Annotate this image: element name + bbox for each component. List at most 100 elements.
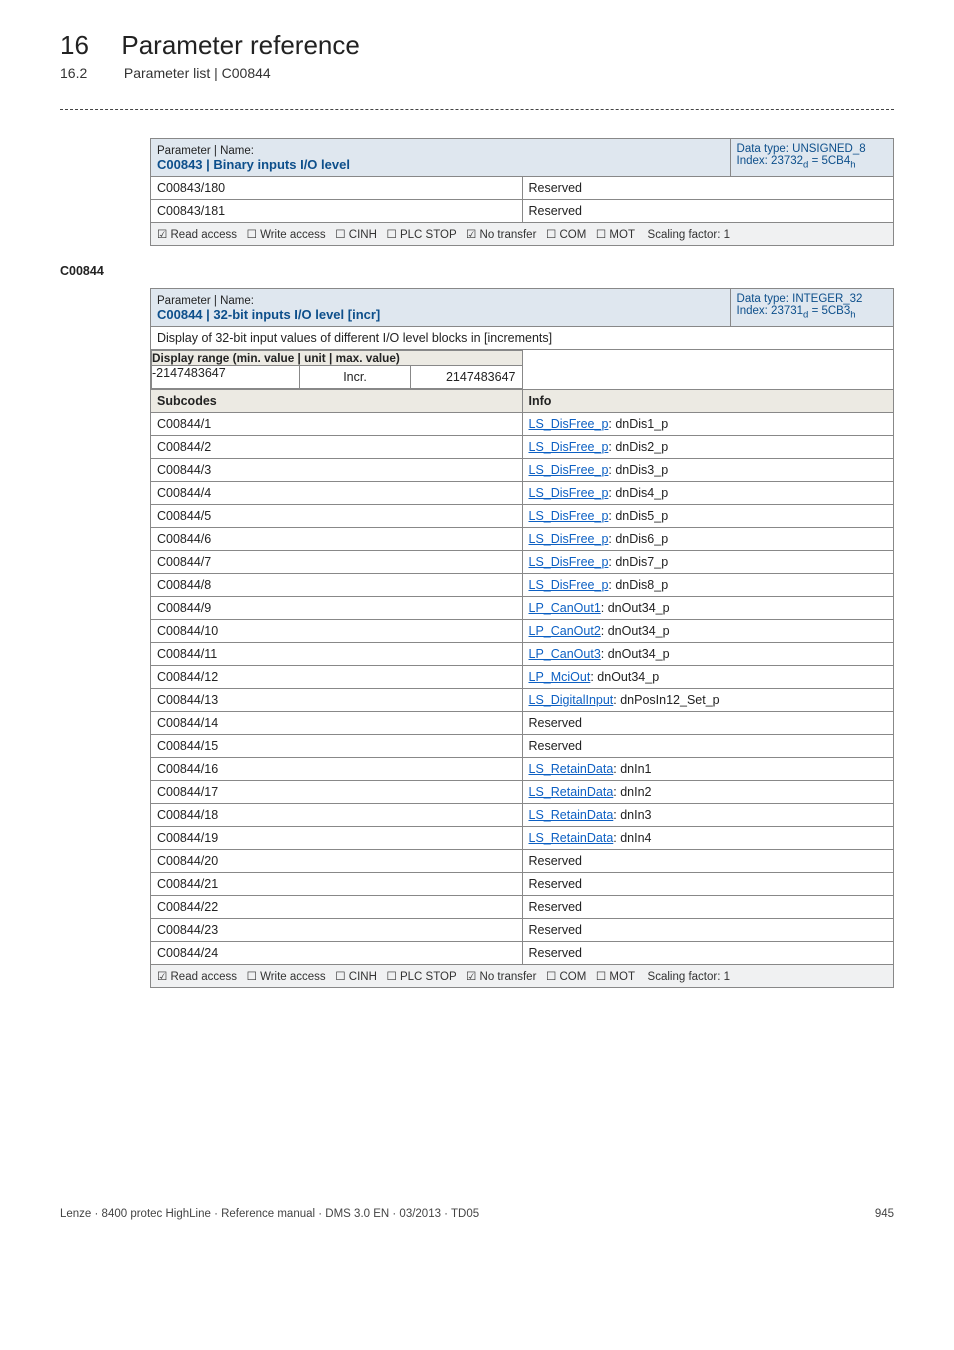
- info-cell: Reserved: [522, 735, 894, 758]
- subcode-cell: C00844/7: [151, 551, 523, 574]
- info-link[interactable]: LS_DisFree_p: [529, 532, 609, 546]
- info-link[interactable]: LS_DisFree_p: [529, 578, 609, 592]
- param-flags: ☑ Read access ☐ Write access ☐ CINH ☐ PL…: [151, 965, 894, 988]
- display-range-label: Display range (min. value | unit | max. …: [152, 351, 400, 365]
- subcode-cell: C00844/3: [151, 459, 523, 482]
- footer-left: Lenze · 8400 protec HighLine · Reference…: [60, 1208, 479, 1220]
- info-link[interactable]: LS_DisFree_p: [529, 440, 609, 454]
- info-suffix: : dnIn4: [613, 831, 651, 845]
- subcode-cell: C00844/15: [151, 735, 523, 758]
- info-link[interactable]: LP_MciOut: [529, 670, 591, 684]
- param-datatype: Data type: INTEGER_32: [737, 293, 863, 305]
- param-header-name: C00843 | Binary inputs I/O level: [157, 157, 350, 172]
- info-cell: LS_DigitalInput: dnPosIn12_Set_p: [522, 689, 894, 712]
- info-link[interactable]: LP_CanOut2: [529, 624, 601, 638]
- subcode-cell: C00844/18: [151, 804, 523, 827]
- info-suffix: : dnOut34_p: [590, 670, 659, 684]
- param-table-c00844: Parameter | Name: C00844 | 32-bit inputs…: [150, 288, 894, 988]
- subcode-cell: C00844/24: [151, 942, 523, 965]
- info-cell: LP_CanOut2: dnOut34_p: [522, 620, 894, 643]
- subcode-cell: C00844/13: [151, 689, 523, 712]
- range-unit: Incr.: [300, 366, 411, 389]
- chapter-number: 16: [60, 30, 89, 61]
- subcodes-header: Subcodes: [151, 390, 523, 413]
- info-link[interactable]: LS_DisFree_p: [529, 555, 609, 569]
- info-link[interactable]: LS_RetainData: [529, 808, 614, 822]
- param-index: Index: 23731d = 5CB3h: [737, 305, 856, 317]
- info-cell: Reserved: [522, 873, 894, 896]
- info-suffix: : dnIn3: [613, 808, 651, 822]
- info-link[interactable]: LP_CanOut1: [529, 601, 601, 615]
- param-flags: ☑ Read access ☐ Write access ☐ CINH ☐ PL…: [151, 223, 894, 246]
- info-cell: LS_DisFree_p: dnDis6_p: [522, 528, 894, 551]
- info-suffix: : dnOut34_p: [601, 624, 670, 638]
- param-header-label: Parameter | Name:: [157, 295, 254, 307]
- subcode-cell: C00844/23: [151, 919, 523, 942]
- subcode-cell: C00844/12: [151, 666, 523, 689]
- info-suffix: : dnIn1: [613, 762, 651, 776]
- info-cell: LS_RetainData: dnIn3: [522, 804, 894, 827]
- info-link[interactable]: LS_RetainData: [529, 831, 614, 845]
- info-cell: LS_DisFree_p: dnDis4_p: [522, 482, 894, 505]
- info-link[interactable]: LS_DisFree_p: [529, 463, 609, 477]
- info-cell: LS_DisFree_p: dnDis2_p: [522, 436, 894, 459]
- info-cell: LP_CanOut3: dnOut34_p: [522, 643, 894, 666]
- chapter-title: Parameter reference: [121, 30, 359, 61]
- info-cell: LP_MciOut: dnOut34_p: [522, 666, 894, 689]
- subcode-cell: C00844/11: [151, 643, 523, 666]
- info-suffix: : dnDis2_p: [608, 440, 668, 454]
- subcode-cell: C00844/14: [151, 712, 523, 735]
- section-title: Parameter list | C00844: [124, 65, 271, 81]
- param-row-code: C00843/180: [151, 177, 523, 200]
- info-suffix: : dnDis6_p: [608, 532, 668, 546]
- info-link[interactable]: LP_CanOut3: [529, 647, 601, 661]
- subcode-cell: C00844/8: [151, 574, 523, 597]
- info-link[interactable]: LS_DigitalInput: [529, 693, 614, 707]
- anchor-c00844: C00844: [60, 264, 894, 278]
- info-link[interactable]: LS_DisFree_p: [529, 486, 609, 500]
- param-index: Index: 23732d = 5CB4h: [737, 155, 856, 167]
- info-cell: LS_RetainData: dnIn1: [522, 758, 894, 781]
- param-header-label: Parameter | Name:: [157, 145, 254, 157]
- info-suffix: : dnDis3_p: [608, 463, 668, 477]
- info-suffix: : dnOut34_p: [601, 601, 670, 615]
- info-link[interactable]: LS_DisFree_p: [529, 417, 609, 431]
- info-suffix: : dnOut34_p: [601, 647, 670, 661]
- range-max: 2147483647: [411, 366, 522, 389]
- info-cell: LS_RetainData: dnIn2: [522, 781, 894, 804]
- info-header: Info: [522, 390, 894, 413]
- info-cell: LS_DisFree_p: dnDis7_p: [522, 551, 894, 574]
- info-suffix: : dnDis1_p: [608, 417, 668, 431]
- info-link[interactable]: LS_RetainData: [529, 785, 614, 799]
- info-suffix: : dnDis7_p: [608, 555, 668, 569]
- param-header-name: C00844 | 32-bit inputs I/O level [incr]: [157, 307, 380, 322]
- info-link[interactable]: LS_RetainData: [529, 762, 614, 776]
- param-datatype: Data type: UNSIGNED_8: [737, 143, 866, 155]
- subcode-cell: C00844/1: [151, 413, 523, 436]
- section-number: 16.2: [60, 65, 120, 81]
- info-cell: Reserved: [522, 850, 894, 873]
- info-cell: Reserved: [522, 896, 894, 919]
- info-suffix: : dnPosIn12_Set_p: [613, 693, 719, 707]
- info-suffix: : dnDis5_p: [608, 509, 668, 523]
- subcode-cell: C00844/5: [151, 505, 523, 528]
- info-link[interactable]: LS_DisFree_p: [529, 509, 609, 523]
- range-min: -2147483647: [152, 366, 300, 389]
- info-suffix: : dnIn2: [613, 785, 651, 799]
- subcode-cell: C00844/20: [151, 850, 523, 873]
- divider: [60, 109, 894, 110]
- info-suffix: : dnDis4_p: [608, 486, 668, 500]
- info-cell: LS_DisFree_p: dnDis3_p: [522, 459, 894, 482]
- param-row-value: Reserved: [522, 177, 894, 200]
- param-description: Display of 32-bit input values of differ…: [151, 327, 894, 350]
- subcode-cell: C00844/2: [151, 436, 523, 459]
- footer-page-number: 945: [875, 1208, 894, 1220]
- subcode-cell: C00844/6: [151, 528, 523, 551]
- info-suffix: : dnDis8_p: [608, 578, 668, 592]
- subcode-cell: C00844/16: [151, 758, 523, 781]
- info-cell: LS_DisFree_p: dnDis1_p: [522, 413, 894, 436]
- param-row-code: C00843/181: [151, 200, 523, 223]
- subcode-cell: C00844/19: [151, 827, 523, 850]
- subcode-cell: C00844/21: [151, 873, 523, 896]
- info-cell: LS_DisFree_p: dnDis8_p: [522, 574, 894, 597]
